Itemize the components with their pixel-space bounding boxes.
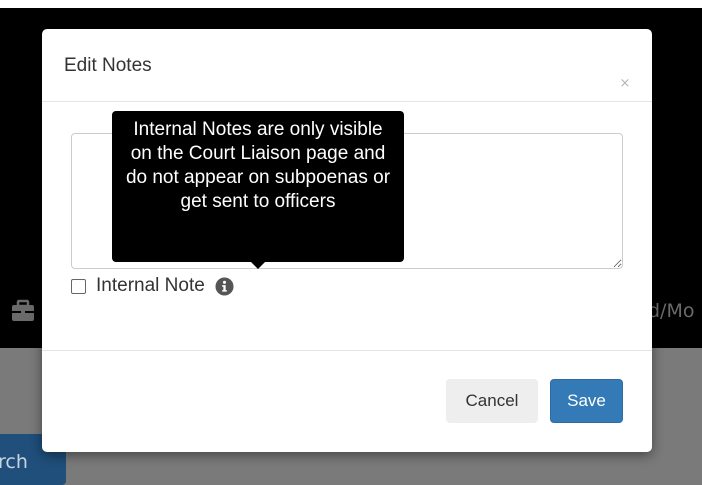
cancel-button[interactable]: Cancel xyxy=(446,379,538,423)
internal-note-checkbox[interactable] xyxy=(71,278,86,294)
modal-footer-divider xyxy=(42,350,652,351)
briefcase-icon xyxy=(12,299,34,321)
background-peek-text: d/Mo xyxy=(648,300,695,322)
modal-header: Edit Notes × xyxy=(42,29,652,102)
page-top-strip xyxy=(0,0,702,8)
tooltip-arrow xyxy=(251,262,265,269)
internal-note-row: Internal Note xyxy=(71,274,234,298)
info-circle-icon[interactable] xyxy=(215,276,234,296)
modal-title: Edit Notes xyxy=(64,55,152,76)
save-button[interactable]: Save xyxy=(550,379,623,423)
internal-note-tooltip: Internal Notes are only visible on the C… xyxy=(112,111,404,262)
internal-note-label: Internal Note xyxy=(96,275,205,296)
background-search-label: rch xyxy=(0,451,28,473)
close-button[interactable]: × xyxy=(618,77,632,91)
